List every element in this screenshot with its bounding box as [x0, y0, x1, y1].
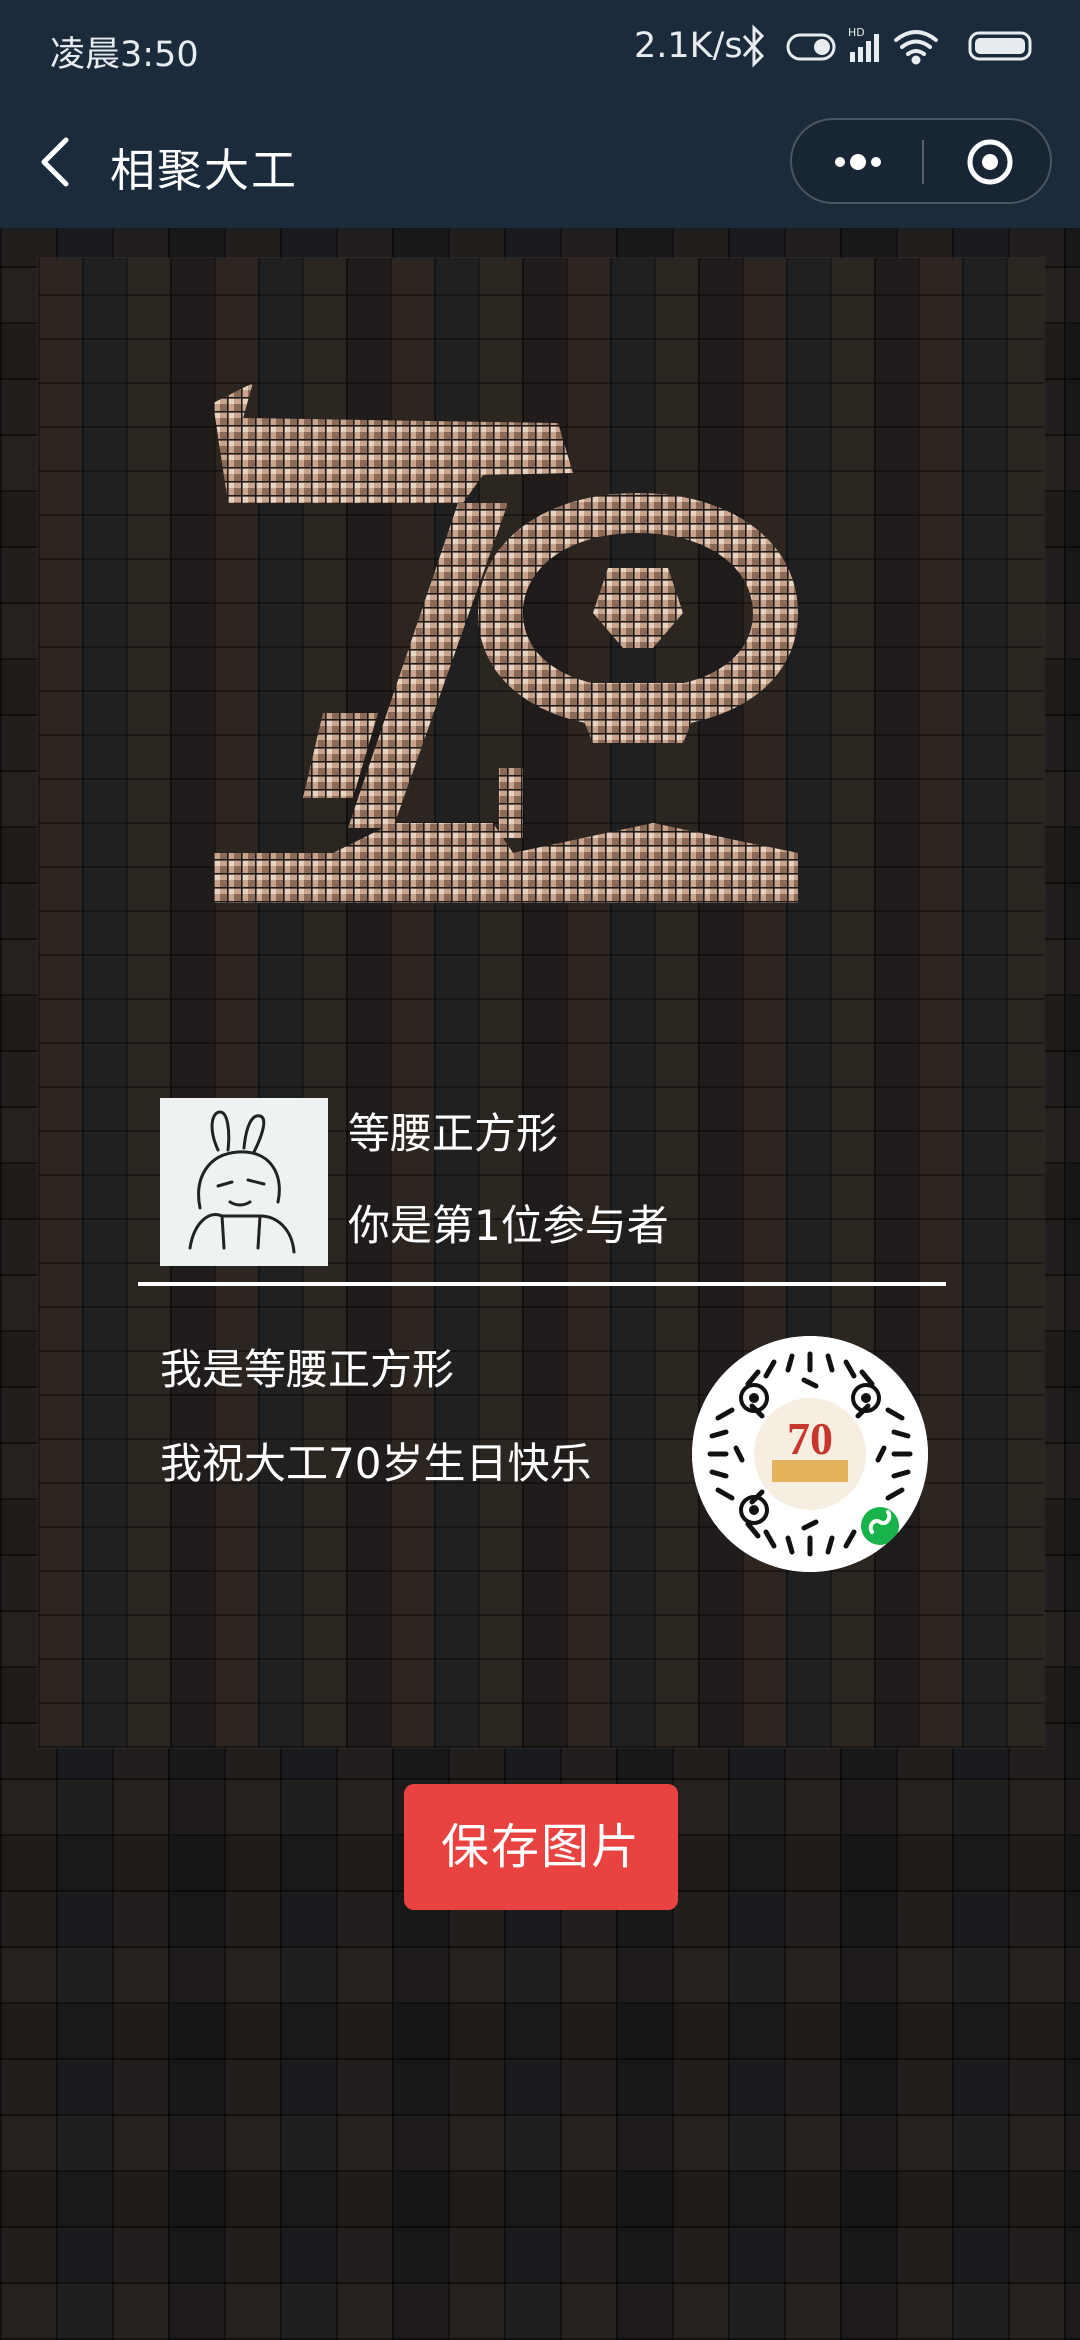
- mini-program-code-icon: 70: [692, 1336, 928, 1572]
- target-circle-icon[interactable]: [964, 136, 1016, 188]
- bluetooth-icon: [742, 24, 765, 68]
- divider: [138, 1282, 946, 1286]
- wish-line-intro: 我是等腰正方形: [160, 1345, 455, 1394]
- battery-icon: [968, 31, 1032, 61]
- wifi-icon: [894, 30, 938, 65]
- rabbit-avatar-icon: [160, 1098, 328, 1266]
- wish-line-greeting: 我祝大工70岁生日快乐: [160, 1439, 592, 1488]
- status-bar: 凌晨3:50 2.1K/s HD: [0, 0, 1080, 98]
- user-name: 等腰正方形: [348, 1109, 559, 1158]
- hd-signal-icon: HD: [848, 26, 879, 62]
- save-image-button[interactable]: 保存图片: [404, 1784, 678, 1910]
- share-poster: 等腰正方形 你是第1位参与者 我是等腰正方形 我祝大工70岁生日快乐 70: [38, 258, 1044, 1748]
- page-title: 相聚大工: [110, 144, 299, 197]
- status-time: 凌晨3:50: [50, 35, 199, 75]
- chevron-left-icon[interactable]: [34, 134, 78, 190]
- mini-program-capsule: [790, 118, 1052, 204]
- participant-rank: 你是第1位参与者: [348, 1201, 669, 1250]
- screen: 凌晨3:50 2.1K/s HD 相聚大工 等腰正方形 你是第1位参与者 我是等…: [0, 0, 1080, 2340]
- svg-text:HD: HD: [848, 26, 865, 39]
- svg-text:70: 70: [787, 1413, 833, 1464]
- network-speed: 2.1K/s: [634, 26, 743, 66]
- more-dots-icon[interactable]: [830, 140, 886, 184]
- navigation-bar: 相聚大工: [0, 98, 1080, 228]
- capsule-divider: [922, 140, 924, 184]
- anniversary-70-mosaic-logo: [213, 383, 798, 903]
- toggle-icon: [786, 33, 836, 61]
- status-icons: HD: [742, 24, 1032, 68]
